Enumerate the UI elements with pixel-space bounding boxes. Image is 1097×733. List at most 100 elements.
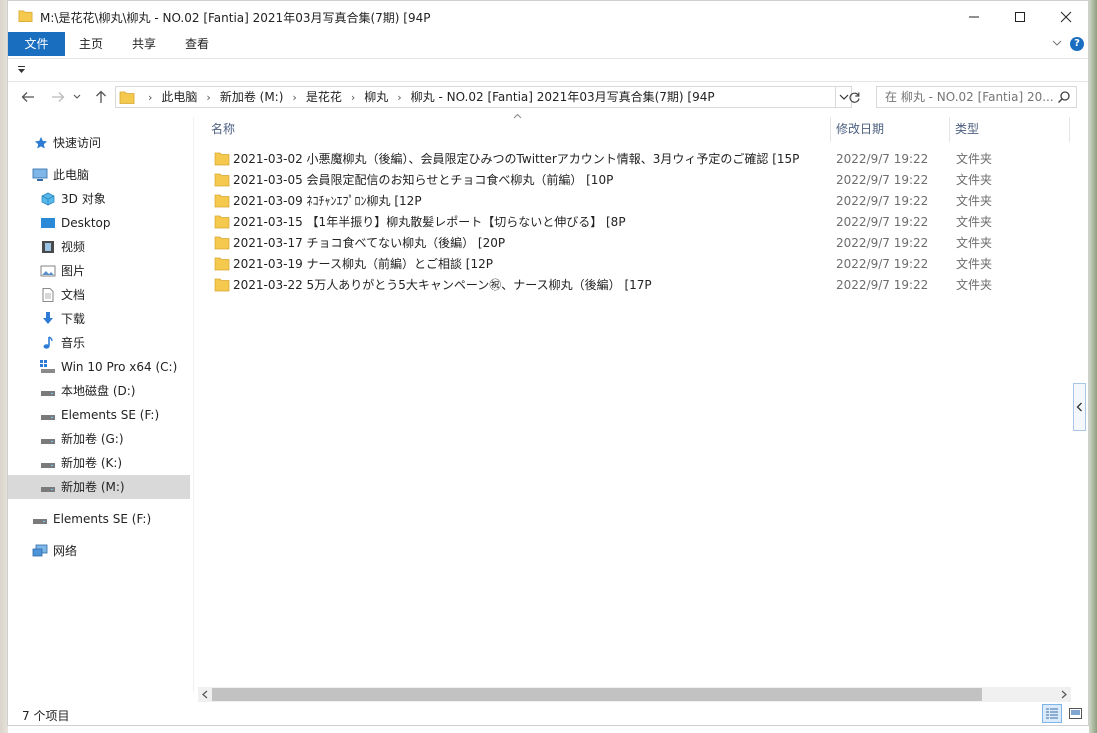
folder-icon — [214, 257, 230, 271]
nav-drive-k[interactable]: 新加卷 (K:) — [8, 451, 190, 475]
nav-documents[interactable]: 文档 — [8, 283, 190, 307]
close-button[interactable] — [1043, 1, 1089, 32]
music-note-icon — [43, 336, 53, 349]
sort-ascending-icon — [513, 113, 522, 119]
tab-share[interactable]: 共享 — [121, 32, 167, 56]
details-view-button[interactable] — [1042, 704, 1062, 723]
folder-icon — [214, 278, 230, 292]
file-row[interactable]: 2021-03-22 5万人ありがとう5大キャンペーン㊗、ナース柳丸（後編） [… — [208, 275, 1088, 296]
cube-icon — [41, 192, 55, 206]
nav-this-pc[interactable]: 此电脑 — [8, 163, 190, 187]
breadcrumb-separator-icon[interactable]: › — [397, 88, 401, 108]
nav-downloads[interactable]: 下载 — [8, 307, 190, 331]
address-row: › 此电脑 › 新加卷 (M:) › 是花花 › 柳丸 › 柳丸 - NO.02 [Fantia]… — [8, 81, 1088, 113]
breadcrumb-drive[interactable]: 新加卷 (M:) — [220, 90, 284, 104]
refresh-button[interactable] — [844, 86, 864, 108]
column-divider[interactable] — [830, 117, 831, 142]
nav-quick-access[interactable]: 快速访问 — [8, 131, 190, 155]
nav-music[interactable]: 音乐 — [8, 331, 190, 355]
system-drive-icon — [40, 360, 55, 373]
file-type: 文件夹 — [956, 152, 993, 166]
nav-external-drive-f[interactable]: Elements SE (F:) — [8, 507, 190, 531]
breadcrumb-separator-icon[interactable]: › — [148, 88, 152, 108]
scroll-right-icon[interactable] — [1060, 690, 1068, 699]
recent-locations-button[interactable] — [71, 87, 83, 107]
star-icon — [34, 136, 48, 149]
breadcrumb-folder-2[interactable]: 柳丸 — [364, 90, 388, 104]
file-type: 文件夹 — [956, 173, 993, 187]
file-row[interactable]: 2021-03-02 小悪魔柳丸（後編）、会員限定ひみつのTwitterアカウン… — [208, 149, 1088, 170]
pane-collapse-button[interactable] — [1073, 383, 1086, 431]
nav-drive-f[interactable]: Elements SE (F:) — [8, 403, 190, 427]
file-row[interactable]: 2021-03-17 チョコ食べてない柳丸（後編） [20P 2022/9/7 … — [208, 233, 1088, 254]
nav-drive-m[interactable]: 新加卷 (M:) — [8, 475, 190, 499]
details-view-icon — [1046, 708, 1058, 719]
tab-file[interactable]: 文件 — [8, 32, 65, 56]
drive-icon — [41, 391, 55, 396]
breadcrumb: › 此电脑 › 新加卷 (M:) › 是花花 › 柳丸 › 柳丸 - NO.02 [Fantia]… — [116, 87, 715, 107]
nav-desktop[interactable]: Desktop — [8, 211, 190, 235]
folder-icon — [119, 91, 135, 104]
expand-ribbon-icon[interactable] — [1052, 38, 1062, 48]
breadcrumb-folder-1[interactable]: 是花花 — [306, 90, 342, 104]
column-type[interactable]: 类型 — [955, 117, 979, 142]
file-name: 2021-03-09 ﾈｺﾁｬﾝｴﾌﾟﾛﾝ柳丸 [12P — [233, 194, 422, 208]
breadcrumb-this-pc[interactable]: 此电脑 — [161, 90, 197, 104]
scroll-left-icon[interactable] — [201, 690, 209, 699]
up-button[interactable] — [91, 87, 111, 107]
file-row[interactable]: 2021-03-19 ナース柳丸（前編）とご相談 [12P 2022/9/7 1… — [208, 254, 1088, 275]
search-box[interactable] — [876, 86, 1077, 108]
maximize-button[interactable] — [997, 1, 1043, 32]
arrow-up-icon — [96, 90, 106, 103]
horizontal-scrollbar[interactable] — [198, 687, 1071, 702]
nav-drive-c[interactable]: Win 10 Pro x64 (C:) — [8, 355, 190, 379]
address-bar[interactable]: › 此电脑 › 新加卷 (M:) › 是花花 › 柳丸 › 柳丸 - NO.02 [Fantia]… — [115, 86, 836, 108]
search-input[interactable] — [885, 87, 1055, 107]
title-bar[interactable]: M:\是花花\柳丸\柳丸 - NO.02 [Fantia] 2021年03月写真… — [8, 1, 1088, 32]
back-button[interactable] — [18, 87, 38, 107]
large-icons-view-button[interactable] — [1066, 704, 1085, 723]
desktop-icon — [41, 218, 55, 228]
folder-icon — [214, 215, 230, 229]
pane-divider[interactable] — [193, 117, 194, 692]
breadcrumb-separator-icon[interactable]: › — [292, 88, 296, 108]
drive-icon — [41, 415, 55, 420]
breadcrumb-separator-icon[interactable]: › — [206, 88, 210, 108]
breadcrumb-separator-icon[interactable]: › — [351, 88, 355, 108]
nav-network[interactable]: 网络 — [8, 539, 190, 563]
column-date[interactable]: 修改日期 — [836, 117, 884, 142]
computer-icon — [32, 168, 48, 181]
customize-toolbar-icon[interactable] — [17, 66, 26, 74]
tab-home[interactable]: 主页 — [68, 32, 114, 56]
column-divider[interactable] — [949, 117, 950, 142]
file-date: 2022/9/7 19:22 — [836, 152, 929, 166]
file-row[interactable]: 2021-03-15 【1年半振り】柳丸散髪レポート【切らないと伸びる】 [8P… — [208, 212, 1088, 233]
search-icon[interactable] — [1057, 90, 1071, 104]
column-name[interactable]: 名称 — [211, 117, 235, 142]
breadcrumb-current[interactable]: 柳丸 - NO.02 [Fantia] 2021年03月写真合集(7期) [94… — [411, 90, 715, 104]
drive-icon — [41, 487, 55, 492]
nav-3d-objects[interactable]: 3D 对象 — [8, 187, 190, 211]
column-divider[interactable] — [1069, 117, 1070, 142]
drive-icon — [41, 439, 55, 444]
file-name: 2021-03-15 【1年半振り】柳丸散髪レポート【切らないと伸びる】 [8P — [233, 215, 626, 229]
nav-drive-d[interactable]: 本地磁盘 (D:) — [8, 379, 190, 403]
file-type: 文件夹 — [956, 257, 993, 271]
chevron-down-icon — [73, 94, 81, 99]
folder-icon — [214, 152, 230, 166]
scrollbar-thumb[interactable] — [212, 688, 982, 701]
arrow-left-icon — [21, 92, 34, 102]
file-row[interactable]: 2021-03-09 ﾈｺﾁｬﾝｴﾌﾟﾛﾝ柳丸 [12P 2022/9/7 19… — [208, 191, 1088, 212]
nav-videos[interactable]: 视频 — [8, 235, 190, 259]
nav-pictures[interactable]: 图片 — [8, 259, 190, 283]
help-icon[interactable]: ? — [1070, 37, 1084, 51]
file-row[interactable]: 2021-03-05 会員限定配信のお知らせとチョコ食べ柳丸（前編） [10P … — [208, 170, 1088, 191]
file-date: 2022/9/7 19:22 — [836, 278, 929, 292]
tab-view[interactable]: 查看 — [174, 32, 220, 56]
explorer-window: M:\是花花\柳丸\柳丸 - NO.02 [Fantia] 2021年03月写真… — [7, 0, 1089, 726]
minimize-button[interactable] — [951, 1, 997, 32]
forward-button[interactable] — [48, 87, 68, 107]
nav-drive-g[interactable]: 新加卷 (G:) — [8, 427, 190, 451]
file-type: 文件夹 — [956, 215, 993, 229]
file-date: 2022/9/7 19:22 — [836, 194, 929, 208]
